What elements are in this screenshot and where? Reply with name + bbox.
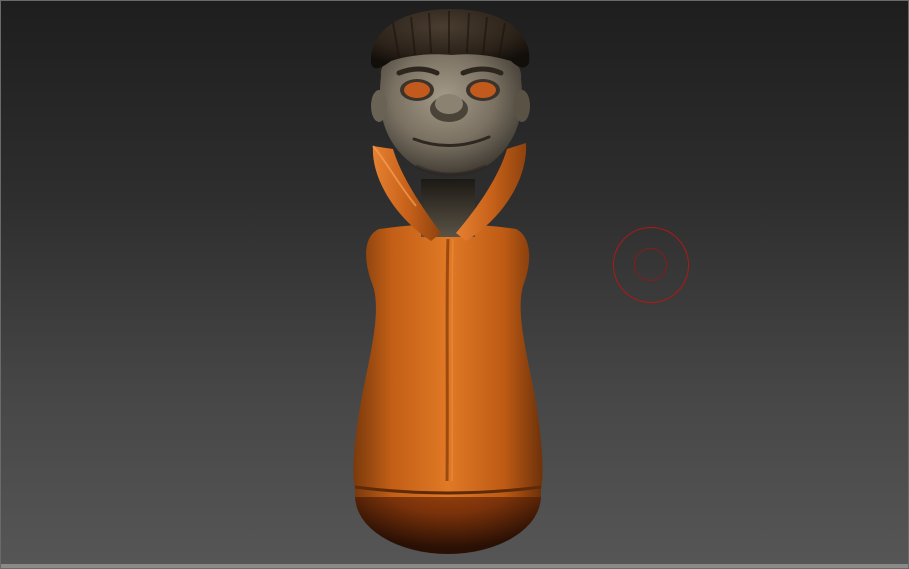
brush-cursor-inner-ring (634, 248, 667, 281)
3d-viewport[interactable] (0, 0, 909, 569)
brush-cursor-icon (613, 227, 689, 303)
sculpt-model[interactable] (1, 1, 909, 569)
model-jacket (353, 224, 543, 495)
viewport-bottom-edge (1, 564, 908, 568)
